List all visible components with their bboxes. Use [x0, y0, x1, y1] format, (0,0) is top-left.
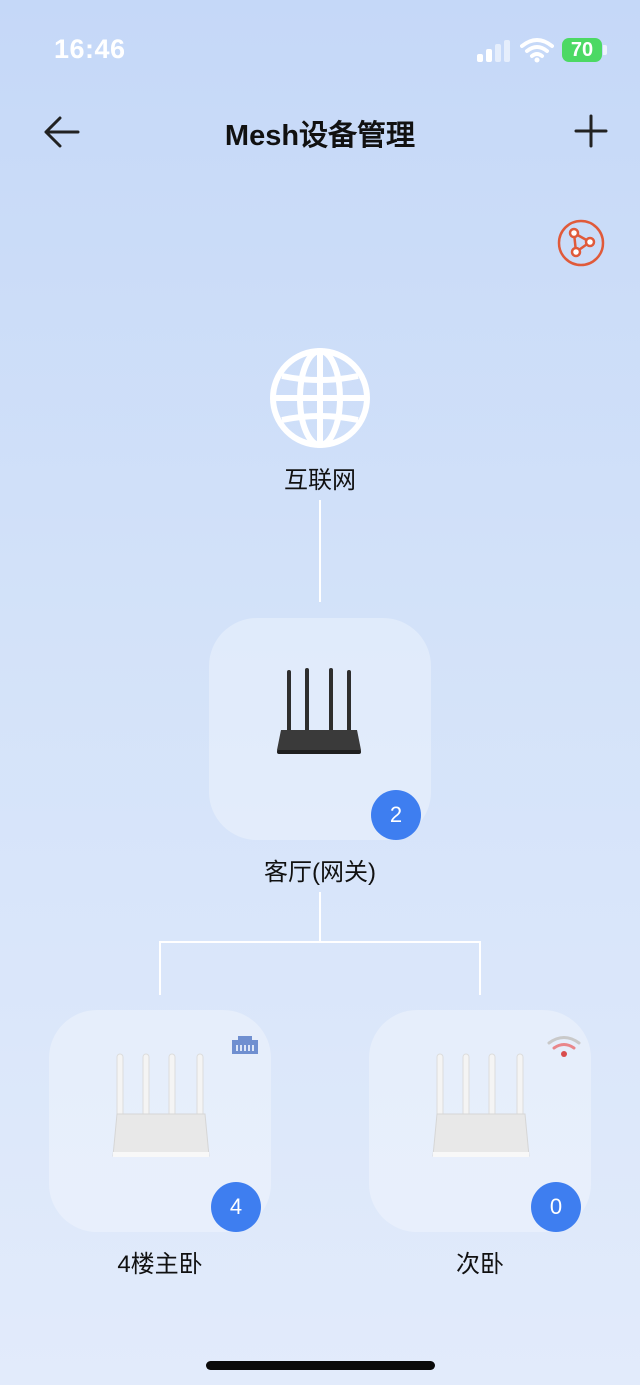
- client-count-badge: 0: [531, 1182, 581, 1232]
- connector-left-down: [159, 941, 161, 995]
- router-dark-icon: [277, 668, 361, 754]
- cellular-signal-icon: [477, 40, 511, 62]
- battery-tip: [603, 45, 607, 55]
- topology-share-icon[interactable]: [557, 219, 605, 267]
- router-white-icon: [432, 1053, 530, 1157]
- device-card-second-bedroom[interactable]: 0: [369, 1010, 591, 1232]
- router-white-icon: [112, 1053, 210, 1157]
- gateway-label: 客厅(网关): [264, 859, 376, 886]
- add-icon[interactable]: [570, 110, 612, 152]
- home-indicator[interactable]: [206, 1361, 435, 1370]
- connector-horizontal: [159, 941, 481, 943]
- device-card-master-bedroom[interactable]: 4: [49, 1010, 271, 1232]
- client-count-badge: 4: [211, 1182, 261, 1232]
- page-title: Mesh设备管理: [224, 120, 416, 152]
- connector-main-down: [319, 892, 321, 942]
- second-bedroom-label: 次卧: [456, 1251, 504, 1278]
- globe-icon: [270, 348, 370, 448]
- battery-icon: 70: [562, 38, 602, 62]
- wifi-weak-icon: [547, 1036, 581, 1057]
- client-count-badge: 2: [371, 790, 421, 840]
- connector-internet-main: [319, 500, 321, 602]
- status-time: 16:46: [54, 34, 126, 64]
- ethernet-icon: [232, 1036, 258, 1054]
- master-bedroom-label: 4楼主卧: [117, 1251, 203, 1278]
- connector-right-down: [479, 941, 481, 995]
- internet-label: 互联网: [284, 467, 356, 494]
- wifi-status-icon: [520, 38, 554, 63]
- device-card-gateway[interactable]: 2: [209, 618, 431, 840]
